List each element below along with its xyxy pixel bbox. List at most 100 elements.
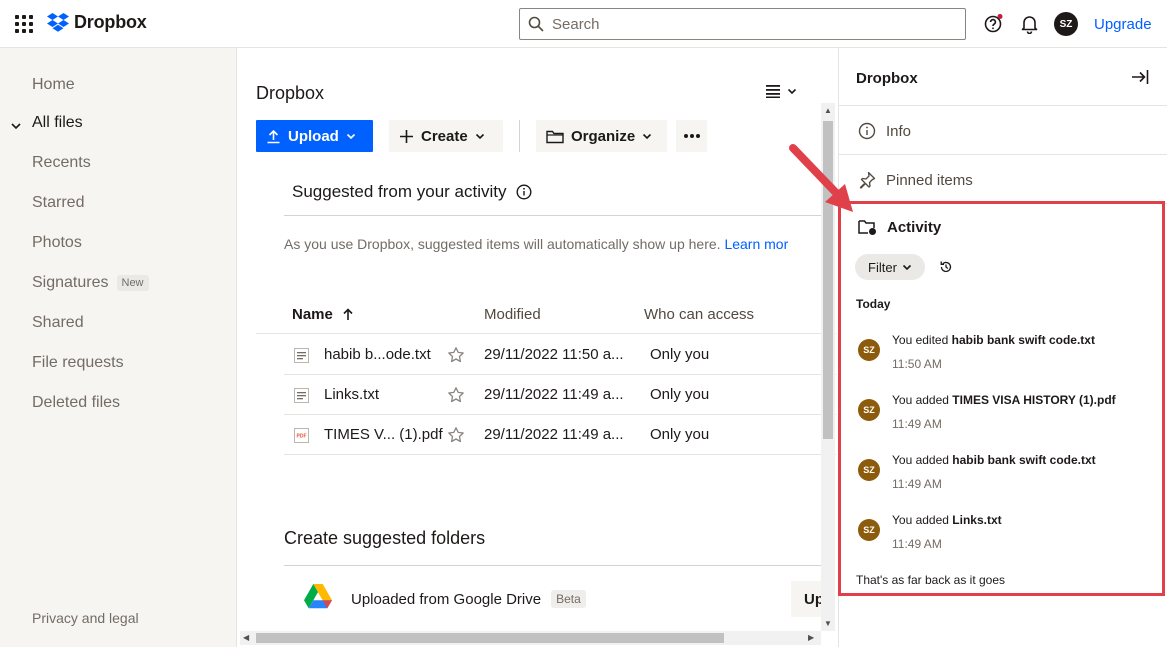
sidebar-item-starred[interactable]: Starred: [32, 194, 84, 212]
details-panel: Dropbox Info Pinned items Activity Filte…: [838, 48, 1167, 647]
collapse-panel-icon[interactable]: [1131, 68, 1149, 86]
star-icon[interactable]: [447, 386, 465, 404]
info-label: Info: [886, 122, 912, 140]
upload-button[interactable]: Upload: [256, 120, 373, 152]
filter-button[interactable]: Filter: [855, 254, 925, 280]
vertical-scrollbar[interactable]: ▲ ▼: [821, 103, 835, 631]
create-button[interactable]: Create: [389, 120, 503, 152]
upload-label: Upload: [288, 127, 339, 145]
folder-activity-icon: [858, 220, 876, 235]
activity-item[interactable]: SZ You added TIMES VISA HISTORY (1).pdf …: [858, 393, 1158, 437]
folder-icon: [546, 130, 564, 143]
sidebar-item-all-files[interactable]: All files: [32, 114, 83, 132]
table-row[interactable]: PDF TIMES V... (1).pdf 29/11/2022 11:49 …: [284, 415, 836, 455]
dropbox-logo-icon: [47, 12, 69, 32]
divider: [284, 215, 824, 216]
star-icon[interactable]: [447, 426, 465, 444]
file-access: Only you: [650, 346, 710, 363]
activity-item[interactable]: SZ You edited habib bank swift code.txt …: [858, 333, 1158, 377]
chevron-down-icon[interactable]: [10, 120, 22, 132]
sidebar-item-deleted-files[interactable]: Deleted files: [32, 394, 120, 412]
divider: [839, 105, 1167, 106]
sidebar-item-home[interactable]: Home: [32, 76, 75, 94]
activity-file[interactable]: Links.txt: [952, 513, 1001, 527]
text-file-icon: [294, 348, 309, 363]
access-column-header[interactable]: Who can access: [644, 306, 754, 323]
suggested-section-title: Suggested from your activity: [292, 182, 532, 202]
activity-text: You added Links.txt: [892, 513, 1002, 527]
scroll-left-arrow-icon[interactable]: ◀: [243, 633, 249, 642]
privacy-link[interactable]: Privacy and legal: [32, 610, 139, 626]
create-label: Create: [421, 127, 468, 145]
file-name[interactable]: TIMES V... (1).pdf: [324, 426, 443, 443]
activity-action: You added: [892, 453, 949, 467]
pdf-file-icon: PDF: [294, 428, 309, 443]
activity-label: Activity: [887, 219, 942, 236]
divider: [839, 203, 1167, 204]
more-actions-button[interactable]: [676, 120, 707, 152]
modified-column-header[interactable]: Modified: [484, 306, 541, 323]
activity-file[interactable]: TIMES VISA HISTORY (1).pdf: [952, 393, 1115, 407]
info-section[interactable]: Info: [858, 122, 911, 140]
activity-section[interactable]: Activity: [858, 219, 941, 236]
info-icon[interactable]: [516, 184, 532, 200]
scrollbar-thumb[interactable]: [256, 633, 724, 643]
avatar: SZ: [858, 339, 880, 361]
activity-item[interactable]: SZ You added Links.txt 11:49 AM: [858, 513, 1158, 557]
view-toggle[interactable]: [765, 84, 797, 98]
chevron-down-icon: [346, 133, 355, 140]
upgrade-link[interactable]: Upgrade: [1094, 16, 1152, 33]
more-icon: [683, 134, 700, 138]
scroll-up-arrow-icon[interactable]: ▲: [824, 106, 832, 115]
table-row[interactable]: Links.txt 29/11/2022 11:49 a... Only you: [284, 375, 836, 415]
activity-text: You added habib bank swift code.txt: [892, 453, 1096, 467]
file-access: Only you: [650, 426, 710, 443]
sort-arrow-up-icon: [343, 308, 353, 320]
filter-label: Filter: [868, 259, 897, 275]
google-drive-suggestion: Uploaded from Google Drive Beta: [351, 590, 586, 608]
new-badge: New: [116, 275, 149, 291]
beta-badge: Beta: [551, 590, 586, 608]
sidebar-item-signatures[interactable]: Signatures New: [32, 274, 149, 292]
suggested-folders-title: Create suggested folders: [284, 528, 486, 548]
activity-action: You added: [892, 393, 949, 407]
divider: [839, 154, 1167, 155]
organize-button[interactable]: Organize: [536, 120, 667, 152]
account-avatar[interactable]: SZ: [1054, 12, 1078, 36]
search-icon: [528, 16, 544, 32]
search-box[interactable]: [519, 8, 966, 40]
activity-file[interactable]: habib bank swift code.txt: [952, 333, 1095, 347]
history-icon[interactable]: [939, 260, 953, 274]
activity-time: 11:50 AM: [892, 357, 942, 371]
activity-file[interactable]: habib bank swift code.txt: [952, 453, 1095, 467]
scroll-right-arrow-icon[interactable]: ▶: [808, 633, 814, 642]
pinned-items-section[interactable]: Pinned items: [858, 171, 973, 189]
learn-more-link[interactable]: Learn mor: [724, 236, 788, 252]
search-input[interactable]: [552, 15, 932, 33]
file-name[interactable]: habib b...ode.txt: [324, 346, 431, 363]
scroll-down-arrow-icon[interactable]: ▼: [824, 619, 832, 628]
help-icon[interactable]: [984, 14, 1003, 33]
file-name[interactable]: Links.txt: [324, 386, 379, 403]
sidebar-item-shared[interactable]: Shared: [32, 314, 84, 332]
activity-text: You added TIMES VISA HISTORY (1).pdf: [892, 393, 1116, 407]
bell-icon[interactable]: [1020, 14, 1039, 34]
activity-item[interactable]: SZ You added habib bank swift code.txt 1…: [858, 453, 1158, 497]
scrollbar-thumb[interactable]: [823, 121, 833, 439]
sidebar-item-recents[interactable]: Recents: [32, 154, 91, 172]
list-view-icon: [766, 85, 780, 98]
app-grid-icon[interactable]: [15, 15, 33, 33]
sidebar-item-file-requests[interactable]: File requests: [32, 354, 124, 372]
horizontal-scrollbar[interactable]: ◀ ▶: [240, 631, 821, 645]
table-row[interactable]: habib b...ode.txt 29/11/2022 11:50 a... …: [284, 335, 836, 375]
google-drive-label: Uploaded from Google Drive: [351, 590, 542, 608]
svg-text:PDF: PDF: [297, 434, 307, 440]
name-column-header[interactable]: Name: [292, 306, 354, 323]
star-icon[interactable]: [447, 346, 465, 364]
sidebar-item-photos[interactable]: Photos: [32, 234, 82, 252]
suggested-description: As you use Dropbox, suggested items will…: [284, 236, 788, 252]
dropbox-logo[interactable]: Dropbox: [47, 12, 147, 33]
google-drive-icon: [304, 584, 332, 609]
chevron-down-icon: [902, 264, 912, 271]
table-header: Name Modified Who can access: [256, 300, 836, 334]
